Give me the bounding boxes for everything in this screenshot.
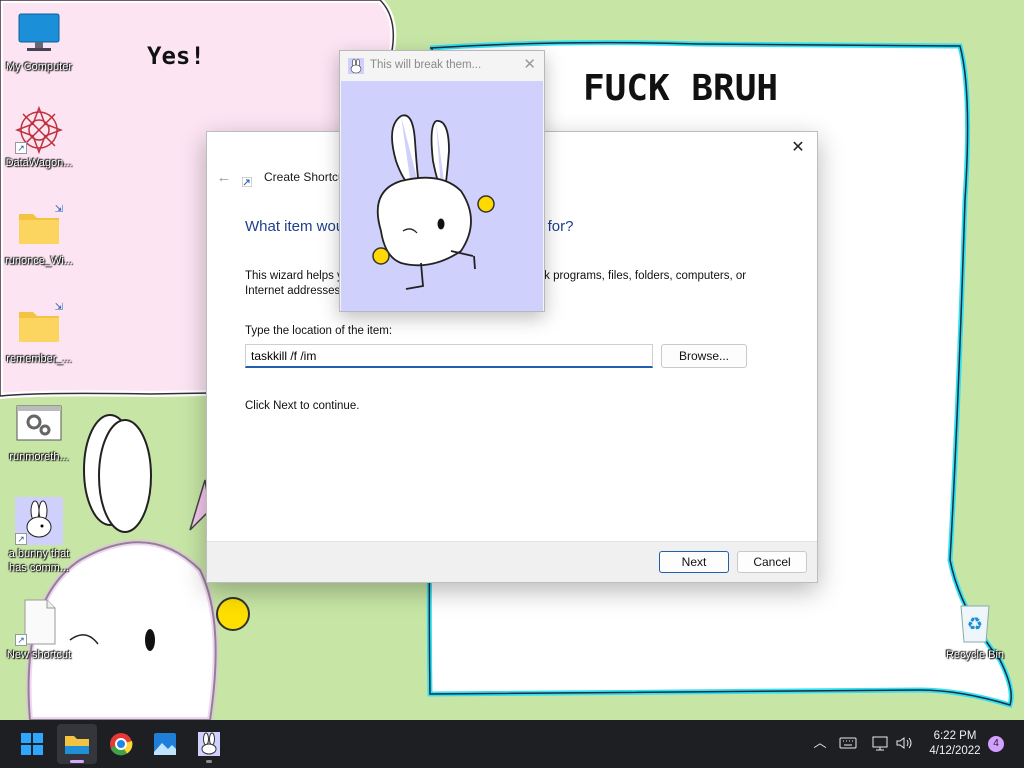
folder-icon: ⇲ [15, 302, 63, 350]
desktop-icon-label: runonce_Wi... [5, 255, 73, 267]
mandala-icon: ↗ [14, 105, 64, 155]
taskbar-file-explorer[interactable] [57, 724, 97, 764]
desktop-icon-my-computer[interactable]: My Computer [0, 10, 78, 74]
desktop-icon-datawagon[interactable]: ↗ DataWagon... [0, 105, 78, 170]
taskbar-photos[interactable] [145, 724, 185, 764]
next-button[interactable]: Next [659, 551, 729, 573]
keyboard-icon[interactable] [838, 733, 858, 753]
desktop-icon-label: My Computer [5, 61, 73, 73]
settings-window-icon [15, 400, 63, 448]
dialog-footer: Next Cancel [207, 541, 817, 582]
popup-close-button[interactable]: ✕ [523, 55, 536, 73]
desktop-icon-label: a bunny that has comm... [8, 548, 70, 574]
clock-time: 6:22 PM [933, 730, 977, 742]
shortcut-arrow-icon: ↗ [15, 142, 27, 154]
shortcut-arrow-icon: ↗ [15, 634, 27, 646]
dialog-header-title: Create Shortcut [264, 170, 349, 184]
recycle-bin-icon: ♻ [951, 598, 999, 646]
taskbar-chrome[interactable] [101, 724, 141, 764]
location-label: Type the location of the item: [245, 325, 393, 337]
back-arrow-button[interactable]: ← [213, 168, 235, 188]
desktop-icon-bunny[interactable]: ↗ a bunny that has comm... [0, 497, 78, 575]
desktop-icon-remember[interactable]: ⇲ remember_... [0, 302, 78, 366]
continue-instruction: Click Next to continue. [245, 400, 360, 412]
desktop-icon-recycle-bin[interactable]: ♻ Recycle Bin [936, 598, 1014, 662]
wallpaper-right-text: FUCK BRUH [583, 68, 778, 109]
location-input[interactable] [245, 344, 653, 368]
shortcut-icon [241, 174, 253, 188]
notification-badge[interactable]: 4 [988, 736, 1004, 752]
wallpaper-left-text: Yes! [147, 42, 205, 70]
popup-title: This will break them... [370, 59, 482, 71]
taskbar-bunny-app[interactable] [189, 724, 229, 764]
shortcut-arrow-icon: ↗ [15, 533, 27, 545]
blank-file-icon: ↗ [15, 598, 63, 646]
desktop-icon-label: remember_... [6, 353, 72, 365]
active-indicator [70, 760, 84, 763]
bunny-app-icon [198, 732, 220, 756]
desktop-icon-label: Recycle Bin [945, 649, 1005, 661]
bunny-icon: ↗ [15, 497, 63, 545]
popup-bunny-image [341, 81, 543, 311]
chevron-up-icon[interactable]: ︿ [810, 733, 830, 753]
running-indicator [206, 760, 212, 763]
cancel-button[interactable]: Cancel [737, 551, 807, 573]
clock-date: 4/12/2022 [929, 745, 981, 757]
desktop-icon-runmoreth[interactable]: runmoreth... [0, 400, 78, 464]
taskbar-clock[interactable]: 6:22 PM 4/12/2022 [920, 729, 990, 759]
start-button[interactable] [12, 724, 52, 764]
start-icon [21, 733, 43, 755]
network-icon[interactable] [870, 733, 890, 753]
file-explorer-icon [65, 736, 89, 754]
svg-text:♻: ♻ [967, 614, 983, 635]
bunny-app-icon [348, 58, 364, 74]
folder-icon: ⇲ [15, 204, 63, 252]
monitor-icon [15, 10, 63, 58]
desktop-icon-runonce[interactable]: ⇲ runonce_Wi... [0, 204, 78, 268]
desktop-icon-label: DataWagon... [5, 157, 73, 169]
dialog-close-button[interactable]: ✕ [785, 136, 811, 160]
desktop-icon-label: New shortcut [6, 649, 72, 661]
desktop-icon-label: runmoreth... [9, 451, 69, 463]
volume-icon[interactable] [894, 733, 914, 753]
desktop-icon-new-shortcut[interactable]: ↗ New shortcut [0, 598, 78, 662]
chrome-icon [110, 733, 133, 756]
popup-titlebar[interactable]: This will break them... ✕ [340, 51, 544, 81]
taskbar: ︿ 6:22 PM 4/12/2022 4 [0, 720, 1024, 768]
bunny-popup-window[interactable]: This will break them... ✕ [339, 50, 545, 312]
browse-button[interactable]: Browse... [661, 344, 747, 368]
photos-icon [154, 733, 176, 755]
